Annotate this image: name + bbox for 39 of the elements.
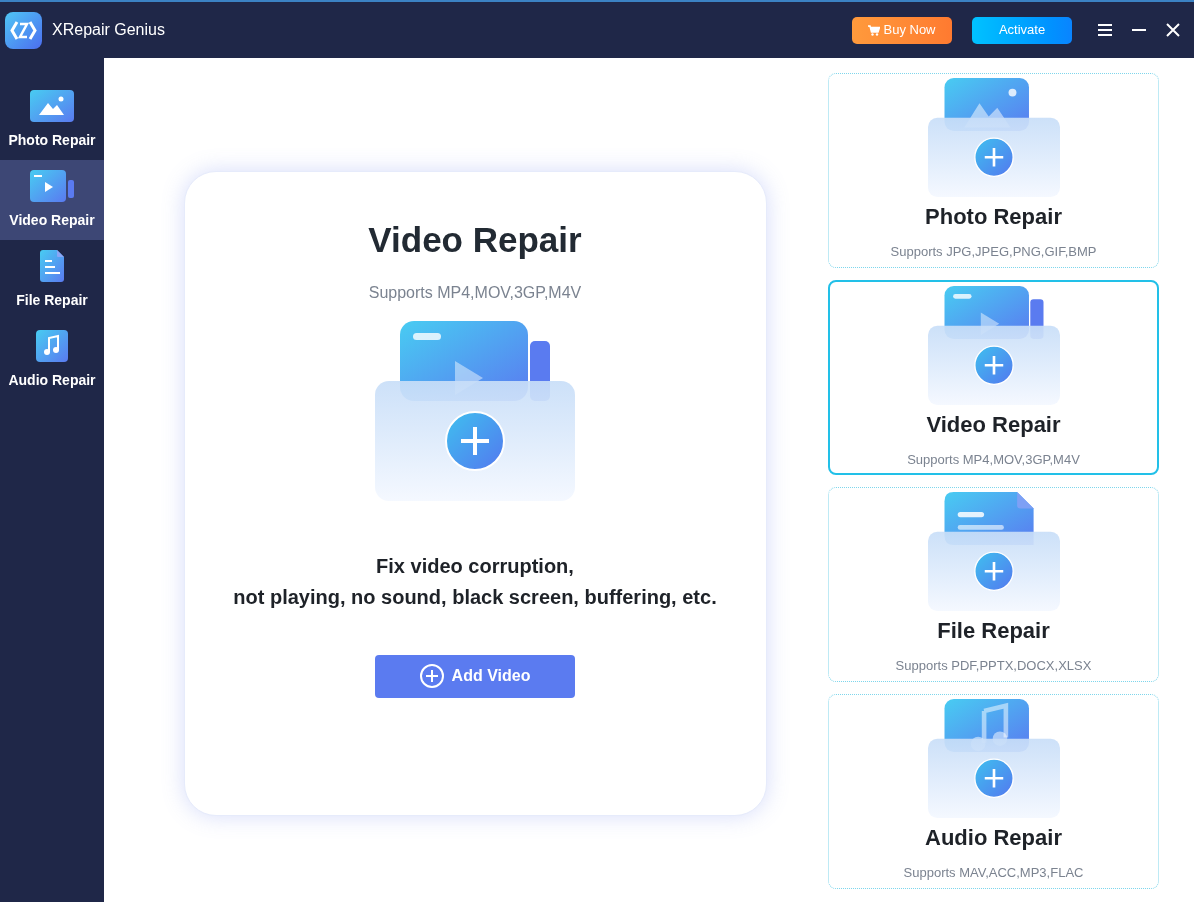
card-title: Audio Repair <box>925 824 1062 852</box>
photo-icon <box>30 89 74 122</box>
add-file-drawing[interactable] <box>927 78 1060 197</box>
video-camera-icon <box>30 169 74 202</box>
menu-icon[interactable] <box>1098 24 1112 36</box>
card-title: File Repair <box>937 617 1050 645</box>
add-file-drawing[interactable] <box>927 492 1060 611</box>
panel-description: Fix video corruption, not playing, no sound, black screen, buffering, etc. <box>233 553 717 610</box>
card-subtitle: Supports MAV,ACC,MP3,FLAC <box>903 864 1084 882</box>
repair-card[interactable]: Video Repair Supports MP4,MOV,3GP,M4V <box>828 280 1159 475</box>
panel-subtitle: Supports MP4,MOV,3GP,M4V <box>368 282 582 303</box>
plus-circle-icon <box>419 664 444 688</box>
panel-title: Video Repair <box>368 219 582 261</box>
app-logo-icon <box>5 11 42 49</box>
card-title: Video Repair <box>926 411 1061 439</box>
document-icon <box>40 249 64 282</box>
repair-card[interactable]: Photo Repair Supports JPG,JPEG,PNG,GIF,BMP <box>828 73 1159 268</box>
repair-card[interactable]: Audio Repair Supports MAV,ACC,MP3,FLAC <box>828 694 1159 889</box>
card-subtitle: Supports JPG,JPEG,PNG,GIF,BMP <box>890 243 1097 261</box>
repair-card[interactable]: File Repair Supports PDF,PPTX,DOCX,XLSX <box>828 487 1159 682</box>
add-file-drawing[interactable] <box>927 699 1060 818</box>
sidebar-item[interactable]: Video Repair <box>0 160 104 240</box>
music-note-icon <box>36 329 68 362</box>
close-icon[interactable] <box>1166 23 1180 37</box>
sidebar-item[interactable]: Audio Repair <box>0 320 104 400</box>
card-title: Photo Repair <box>925 203 1062 231</box>
add-file-drawing[interactable] <box>927 286 1060 405</box>
sidebar-label: File Repair <box>16 290 88 310</box>
sidebar-item[interactable]: File Repair <box>0 240 104 320</box>
add-file-drawing[interactable] <box>375 320 575 501</box>
sidebar-item[interactable]: Photo Repair <box>0 80 104 160</box>
sidebar-label: Video Repair <box>9 210 95 230</box>
cart-icon <box>868 24 881 36</box>
sidebar-label: Audio Repair <box>8 370 96 390</box>
card-subtitle: Supports MP4,MOV,3GP,M4V <box>907 451 1080 469</box>
card-subtitle: Supports PDF,PPTX,DOCX,XLSX <box>895 657 1092 675</box>
window-title: XRepair Genius <box>52 20 165 40</box>
add-video-button[interactable]: Add Video <box>375 654 575 698</box>
sidebar-label: Photo Repair <box>8 130 96 150</box>
